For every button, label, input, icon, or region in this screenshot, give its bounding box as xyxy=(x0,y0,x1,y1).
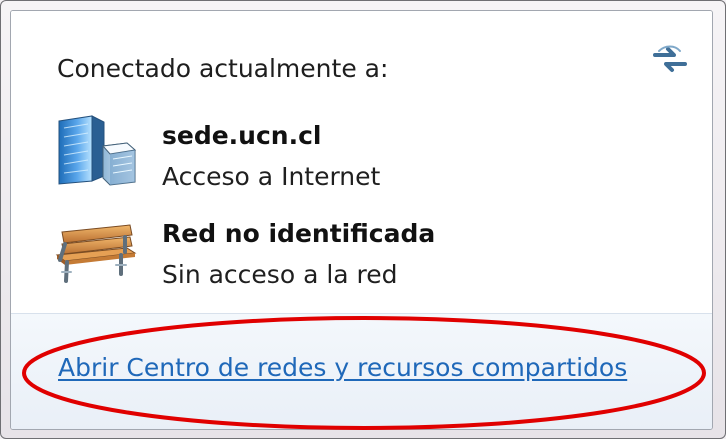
network-flyout-window: Conectado actualmente a: sede.ucn.cl Acc… xyxy=(0,0,726,439)
network-name: Red no identificada xyxy=(162,219,436,248)
domain-network-icon xyxy=(49,112,137,188)
network-name: sede.ucn.cl xyxy=(162,121,322,150)
network-row-unidentified[interactable]: Red no identificada Sin acceso a la red xyxy=(49,210,689,288)
open-network-center-link[interactable]: Abrir Centro de redes y recursos compart… xyxy=(58,355,627,380)
refresh-icon[interactable] xyxy=(651,42,689,76)
network-status: Sin acceso a la red xyxy=(162,260,398,289)
bench-network-icon xyxy=(49,210,137,286)
network-popup-panel: Conectado actualmente a: sede.ucn.cl Acc… xyxy=(10,10,713,430)
network-row-sede[interactable]: sede.ucn.cl Acceso a Internet xyxy=(49,112,689,190)
connected-header: Conectado actualmente a: xyxy=(57,54,389,83)
network-status: Acceso a Internet xyxy=(162,162,381,191)
